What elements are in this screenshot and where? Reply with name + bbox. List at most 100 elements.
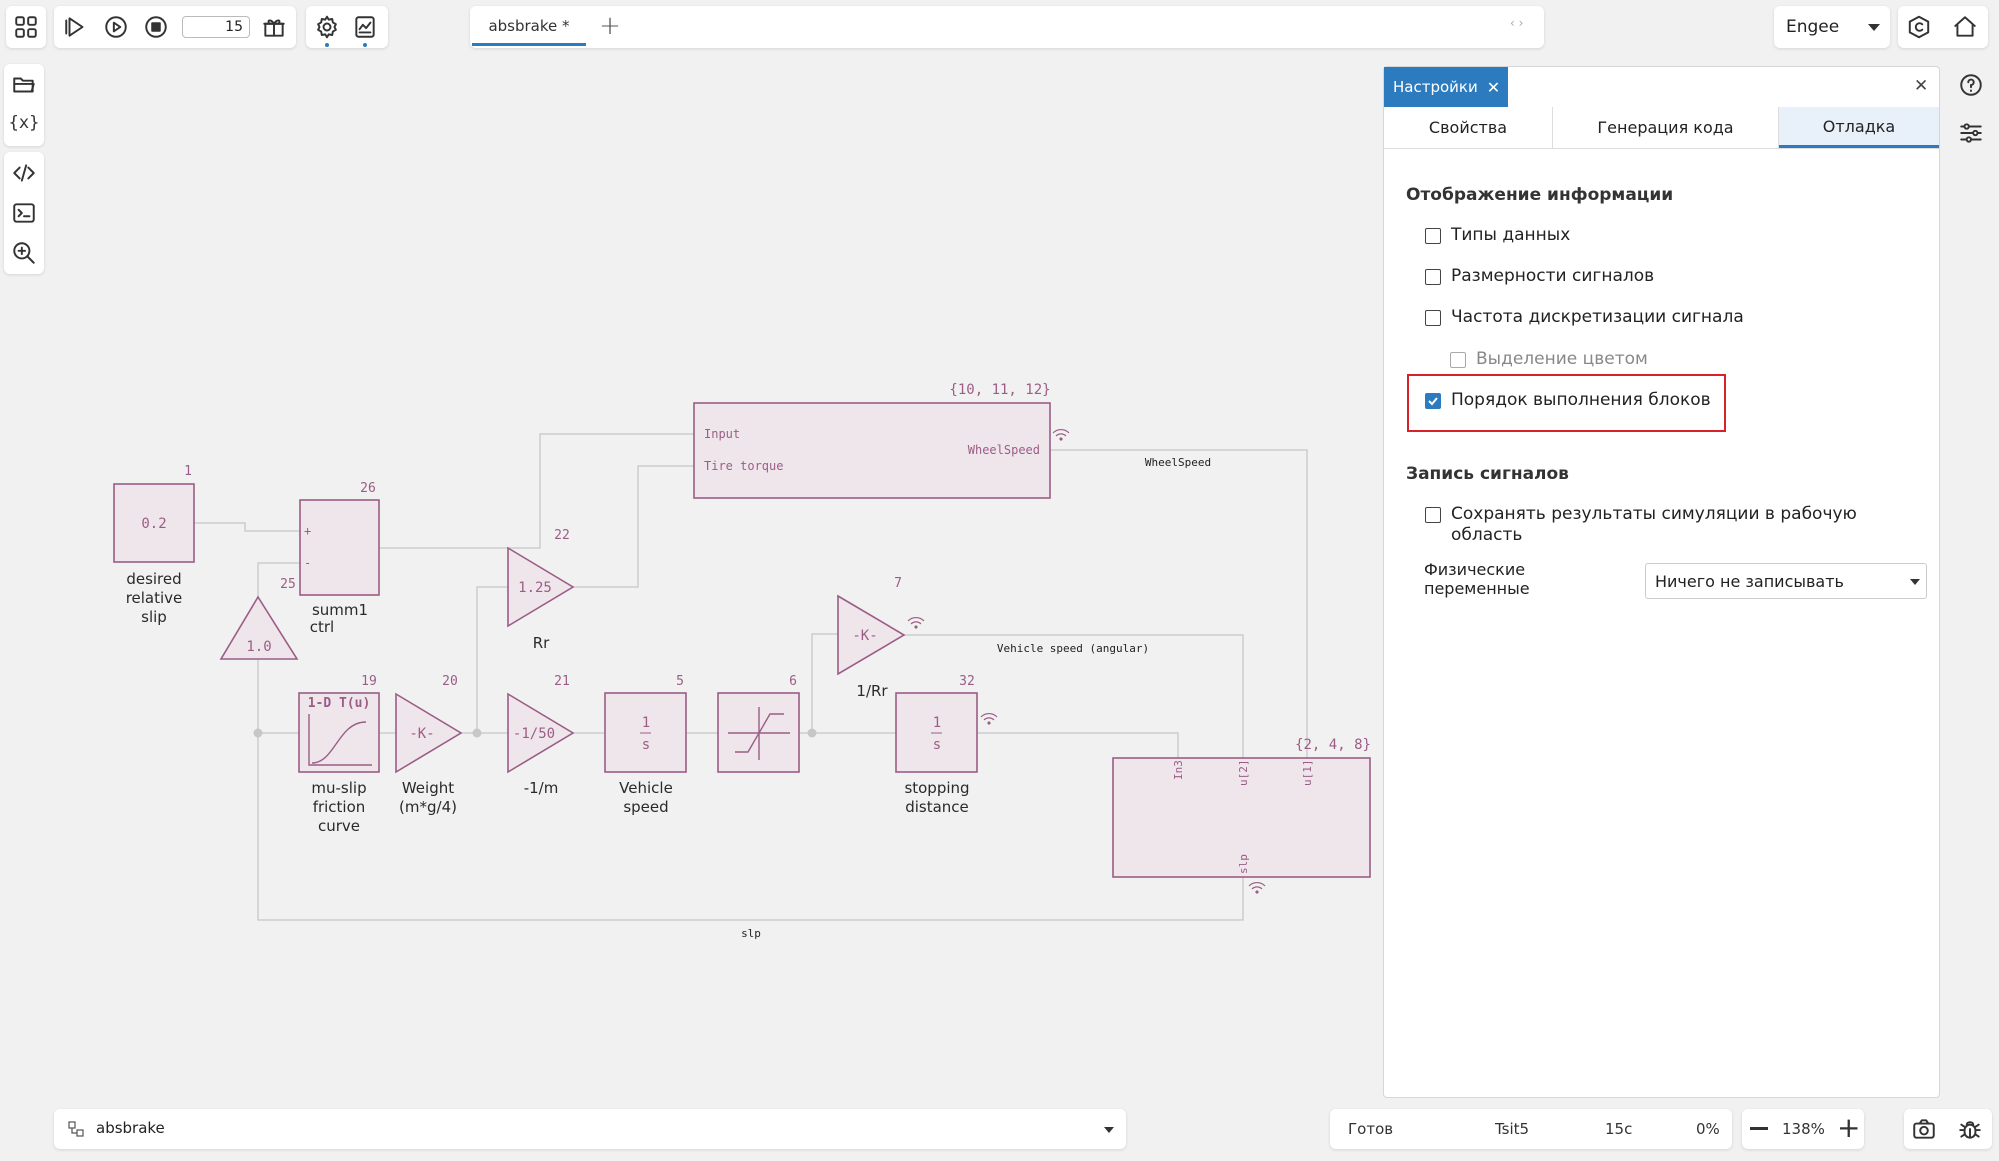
m-value: -1/50 [513,726,555,742]
option-label: Сохранять результаты симуляции в рабочую… [1451,504,1857,546]
weight-value: -K- [409,726,434,742]
settings-panel-tab[interactable]: Настройки ✕ [1384,67,1508,107]
bottom-tools [1904,1109,1992,1149]
close-panel-button[interactable]: ✕ [1914,76,1928,96]
rr-value: 1.25 [518,580,552,596]
sd-label-2: distance [905,798,969,816]
settings-panel: Настройки ✕ ✕ Свойства Генерация кода От… [1383,66,1940,1098]
desired-slip-number: 1 [184,464,192,479]
tabs-scroll-arrows[interactable]: ‹ › [1510,16,1523,30]
checkbox[interactable] [1425,507,1441,523]
help-button[interactable] [1954,68,1988,102]
plus-icon: + [1837,1111,1861,1144]
rr2-label: 1/Rr [856,682,888,700]
option-label: Выделение цветом [1476,349,1648,369]
chevron-down-icon [1910,579,1920,585]
wifi-icon [907,617,925,629]
sub-port-slp: slp [1237,854,1250,874]
tabs-scroll-icon: ‹ › [1510,16,1524,30]
summ-minus-port: - [304,556,311,570]
m-number: 21 [554,674,570,689]
mu-number: 19 [361,674,377,689]
close-icon: ✕ [1914,76,1929,96]
mu-title: 1-D T(u) [308,696,371,711]
sub-port-in3: In3 [1172,760,1185,780]
workspace-select[interactable]: Engee [1774,6,1890,48]
vs-label-2: speed [623,798,668,816]
summ-plus-port: + [304,524,311,538]
properties-button[interactable] [1954,116,1988,150]
checkbox-checked[interactable] [1425,393,1441,409]
option-color-highlight: Выделение цветом [1450,349,1648,369]
bug-icon [1959,1121,1981,1139]
sub-port-u2: u[2] [1237,760,1250,787]
home-button[interactable] [1948,10,1982,44]
option-label: Типы данных [1451,225,1571,245]
phys-label-line1: Физические [1424,560,1526,579]
close-tab-icon[interactable]: ✕ [1487,78,1500,97]
checkbox[interactable] [1425,310,1441,326]
sat-number: 6 [789,674,797,689]
desired-slip-value: 0.2 [141,516,166,532]
const-value: 1.0 [246,639,271,655]
summ-number: 26 [360,481,376,496]
checkmark-icon [1428,397,1438,406]
camera-icon [1913,1119,1935,1139]
summ-block[interactable] [299,499,380,596]
copyright-button[interactable] [1902,10,1936,44]
option-execution-order[interactable]: Порядок выполнения блоков [1425,390,1711,410]
rr-number: 22 [554,528,570,543]
physical-vars-select[interactable]: Ничего не записывать [1645,563,1927,599]
mu-label-3: curve [318,817,360,835]
tab-code-generation[interactable]: Генерация кода [1553,107,1779,148]
sd-label-1: stopping [904,779,969,797]
screenshot-button[interactable] [1907,1112,1941,1146]
simulation-status-bar: Готов Tsit5 15с 0% [1330,1109,1732,1149]
debug-button[interactable] [1953,1112,1987,1146]
settings-tab-label: Настройки [1393,78,1478,96]
help-icon [1960,74,1982,96]
signal-slp: slp [741,927,761,940]
model-icon [68,1121,84,1137]
checkbox[interactable] [1425,269,1441,285]
sub-number: {2, 4, 8} [1295,737,1371,753]
tab-properties[interactable]: Свойства [1384,107,1553,148]
physical-vars-value: Ничего не записывать [1655,572,1844,591]
zoom-in-button[interactable]: + [1837,1114,1860,1142]
copyright-icon [1908,15,1930,39]
wheel-port-input: Input [704,427,740,441]
tab-debug[interactable]: Отладка [1779,107,1939,148]
vs-label-1: Vehicle [619,779,673,797]
chevron-down-icon [1868,24,1880,31]
option-data-types[interactable]: Типы данных [1425,225,1570,245]
rr2-value: -K- [852,628,877,644]
wheel-port-tire: Tire torque [704,459,783,473]
option-label: Частота дискретизации сигнала [1451,307,1744,327]
progress-text: 0% [1696,1120,1720,1138]
workspace-name: Engee [1786,17,1840,37]
signal-wheelspeed: WheelSpeed [1145,456,1211,469]
zoom-out-button[interactable] [1750,1127,1768,1130]
option-signal-dims[interactable]: Размерности сигналов [1425,266,1654,286]
sd-top: 1 [933,715,941,731]
weight-label-1: Weight [402,779,454,797]
top-right-tools [1898,6,1988,48]
option-save-results[interactable]: Сохранять результаты симуляции в рабочую… [1425,504,1857,546]
model-name: absbrake [96,1119,165,1137]
checkbox-disabled [1450,352,1466,368]
model-path-bar[interactable]: absbrake [54,1109,1126,1149]
option-sample-rate[interactable]: Частота дискретизации сигнала [1425,307,1744,327]
wheel-port-out: WheelSpeed [968,443,1040,457]
zoom-level: 138% [1782,1120,1825,1138]
checkbox[interactable] [1425,228,1441,244]
option-label: Размерности сигналов [1451,266,1655,286]
wifi-icon [980,713,998,725]
blocks [113,402,1371,878]
wheel-number: {10, 11, 12} [949,382,1050,398]
model-canvas[interactable]: 0.2 1 26 + - 1.0 25 1.25 22 {10, 11, 12}… [0,0,1380,1161]
solver-text: Tsit5 [1495,1120,1530,1138]
desired-label-2: relative [126,589,183,607]
chevron-down-icon [1104,1127,1114,1133]
desired-label-3: slip [141,608,167,626]
signal-vehicle-speed: Vehicle speed (angular) [997,642,1149,655]
